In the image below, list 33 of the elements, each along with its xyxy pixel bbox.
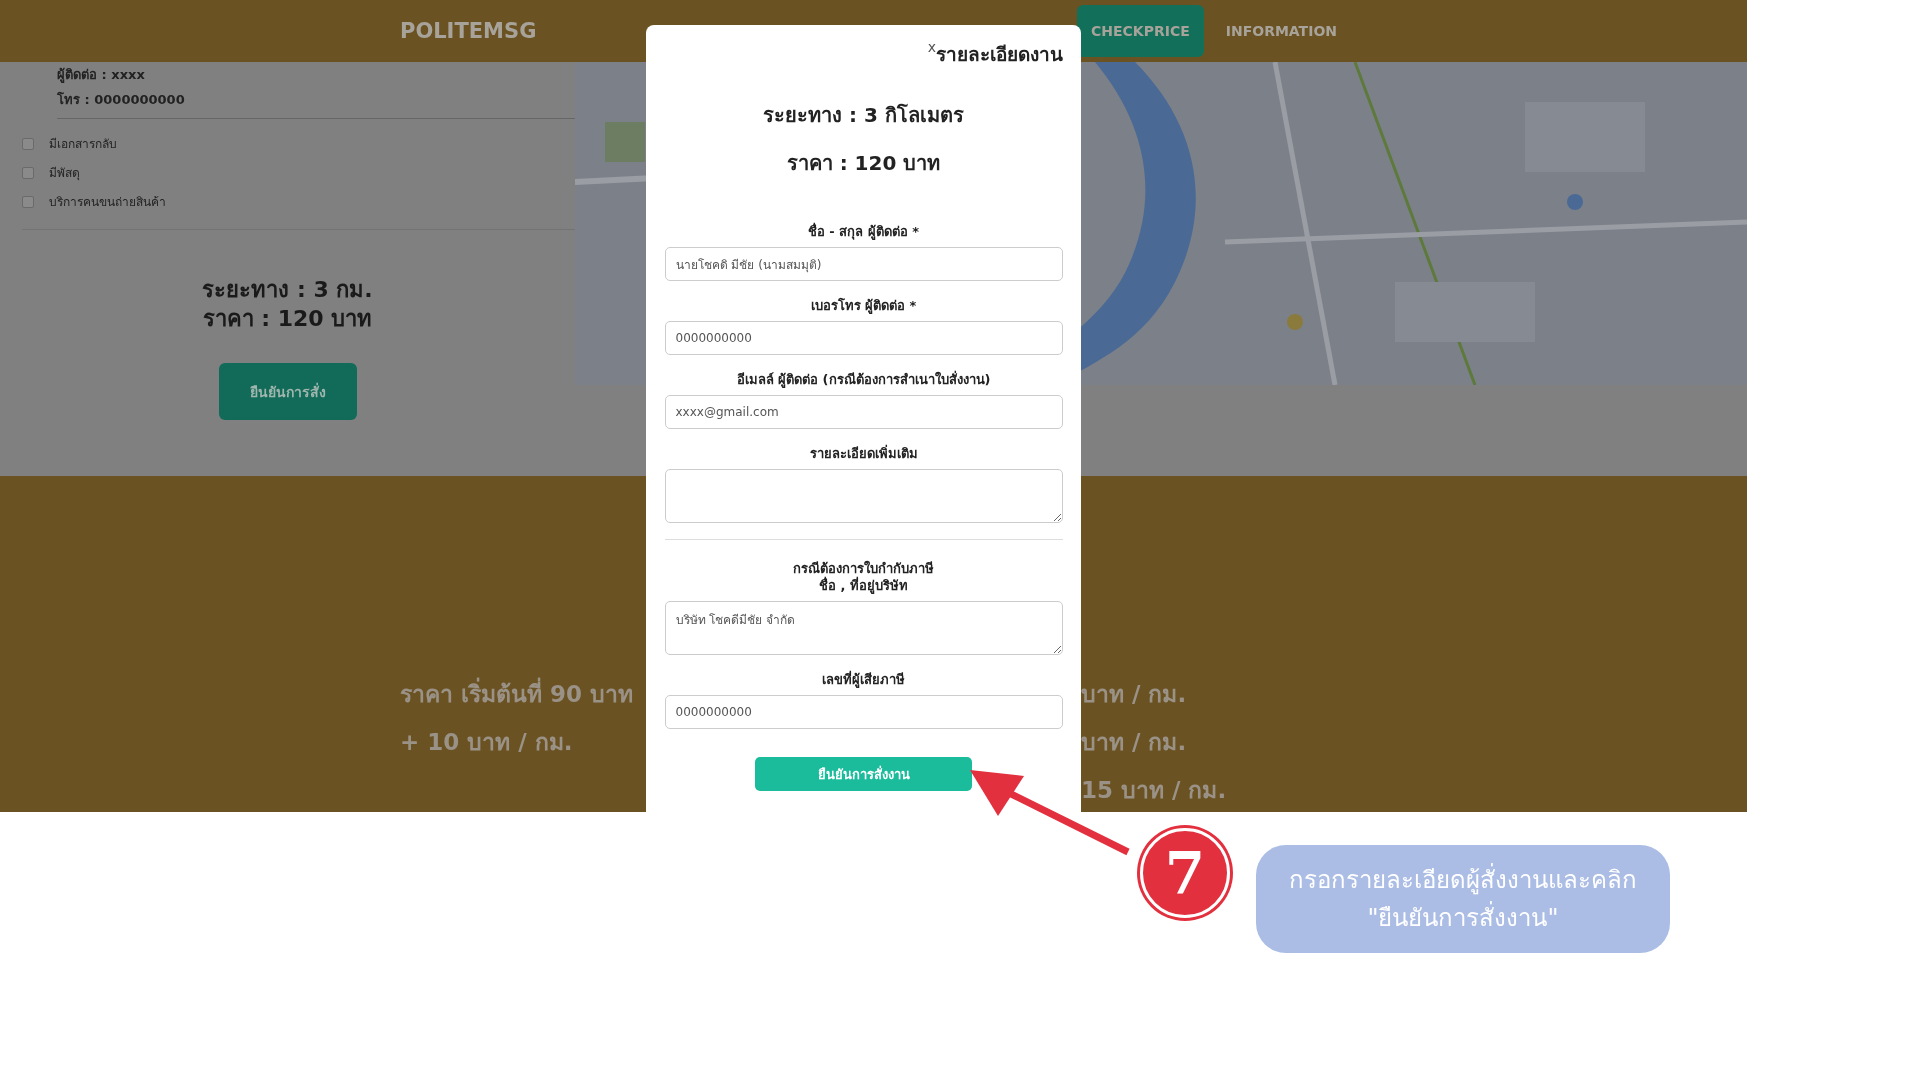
field-label: อีเมลล์ ผู้ติดต่อ (กรณีต้องการสำเนาใบสั่งงาน): [736, 371, 991, 388]
price-text: ราคา : 120 บาท: [786, 150, 941, 177]
input-field[interactable]: 0000000000: [664, 695, 1063, 729]
contact-text: โทร : 0000000000: [57, 91, 186, 109]
instruction-bubble: กรอกรายละเอียดผู้สั่งงานและคลิก "ยืนยันการสั่งงาน": [1256, 845, 1670, 953]
checkbox[interactable]: [22, 166, 34, 179]
checkbox[interactable]: [22, 137, 34, 150]
distance-text: ระยะทาง : 3 กิโลเมตร: [763, 102, 964, 129]
field-label: ชื่อ - สกุล ผู้ติดต่อ *: [807, 223, 920, 240]
field-label: กรณีต้องการใบกำกับภาษี ชื่อ , ที่อยู่บริษัท: [793, 560, 934, 594]
price-text: บาท / กม.: [1081, 728, 1188, 757]
price-text: บาท / กม.: [1081, 680, 1188, 709]
price-text: + 10 บาท / กม.: [400, 728, 574, 757]
text-area[interactable]: [664, 469, 1063, 523]
summary-text: ราคา : 120 บาท: [202, 305, 373, 333]
checkbox[interactable]: [22, 195, 34, 208]
summary-text: ระยะทาง : 3 กม.: [202, 276, 373, 304]
price-text: ราคา เริ่มต้นที่ 90 บาท: [400, 676, 646, 712]
checkbox-label: มีพัสดุ: [49, 165, 80, 182]
contact-text: ผู้ติดต่อ : xxxx: [57, 66, 146, 85]
dialog-title: รายละเอียดงาน: [936, 42, 1063, 67]
field-label: รายละเอียดเพิ่มเติม: [809, 445, 918, 462]
field-label: เบอรโทร ผู้ติดต่อ *: [810, 297, 917, 314]
step-badge: 7: [1140, 828, 1230, 918]
checkbox-label: บริการคนขนถ่ายสินค้า: [49, 194, 166, 211]
close-button[interactable]: x: [927, 39, 936, 55]
checkbox-label: มีเอกสารกลับ: [49, 136, 117, 153]
input-field[interactable]: 0000000000: [664, 321, 1063, 355]
text-area[interactable]: บริษัท โชคดีมีชัย จำกัด: [664, 601, 1063, 655]
input-field[interactable]: xxxx@gmail.com: [664, 395, 1063, 429]
field-label: เลขที่ผู้เสียภาษี: [822, 671, 905, 688]
price-text: 15 บาท / กม.: [1081, 776, 1227, 805]
input-field[interactable]: นายโชคดิ มีชัย (นามสมมุติ): [664, 247, 1063, 281]
